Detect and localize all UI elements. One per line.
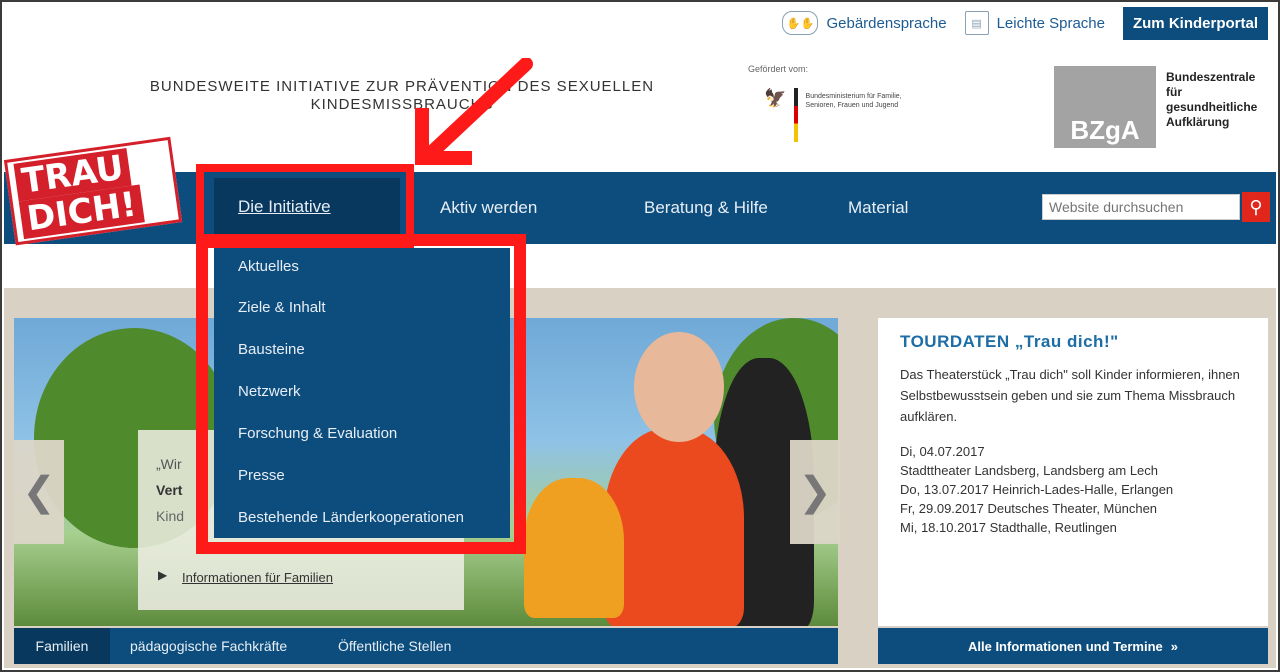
eagle-icon: 🦅 [764, 88, 787, 108]
german-flag-icon [794, 88, 798, 142]
tab-paedagogische-fachkraefte[interactable]: pädagogische Fachkräfte [130, 638, 287, 654]
tour-dates-title: TOURDATEN „Trau dich!" [900, 332, 1119, 351]
red-arrow-icon [415, 58, 533, 165]
search-input[interactable] [1042, 194, 1240, 220]
easy-language-link[interactable]: ▤ Leichte Sprache [964, 11, 1105, 35]
tour-dates-intro: Das Theaterstück „Trau dich" soll Kinder… [900, 367, 1240, 424]
utility-bar: ✋✋ Gebärdensprache ▤ Leichte Sprache Zum… [782, 6, 1268, 40]
bzga-name-line: gesundheitliche [1166, 100, 1258, 114]
ministry-logo[interactable]: 🦅 Bundesministerium für Familie, Seniore… [764, 88, 924, 146]
teaser-line-3: Kind [156, 508, 185, 524]
tour-date-entry: Di, 04.07.2017 [900, 444, 985, 459]
tour-date-entry: Fr, 29.09.2017 Deutsches Theater, Münche… [900, 501, 1158, 516]
chevron-right-icon: ❯ [798, 470, 832, 514]
sign-language-link[interactable]: ✋✋ Gebärdensprache [782, 11, 947, 35]
tour-date-entry: Do, 13.07.2017 Heinrich-Lades-Halle, Erl… [900, 482, 1174, 497]
nav-item-aktiv-werden[interactable]: Aktiv werden [440, 198, 537, 218]
logo-box: TRAU DICH! [3, 136, 183, 246]
book-icon: ▤ [964, 11, 989, 35]
search-icon: ⚲ [1249, 196, 1263, 217]
tab-oeffentliche-stellen[interactable]: Öffentliche Stellen [338, 638, 451, 654]
bzga-name-line: Aufklärung [1166, 115, 1230, 129]
tab-familien[interactable]: Familien [14, 628, 110, 664]
chevron-left-icon: ❮ [22, 470, 56, 514]
teaser-line-2: Vert [156, 482, 183, 498]
tour-dates-list: Di, 04.07.2017 Stadttheater Landsberg, L… [900, 442, 1173, 537]
woman-face [634, 332, 724, 442]
easy-language-label: Leichte Sprache [996, 14, 1105, 32]
tour-dates-panel: TOURDATEN „Trau dich!" Das Theaterstück … [878, 318, 1268, 626]
baby [524, 478, 624, 618]
bzga-logo[interactable]: BZgA [1054, 66, 1156, 148]
person-woman [604, 428, 744, 626]
highlight-frame-dropdown [196, 234, 526, 554]
site-tagline: BUNDESWEITE INITIATIVE ZUR PRÄVENTION DE… [132, 78, 672, 114]
funded-by-label: Gefördert vom: [748, 64, 809, 74]
nav-item-material[interactable]: Material [848, 198, 908, 218]
families-info-link[interactable]: Informationen für Familien [182, 570, 333, 585]
teaser-line-1: „Wir [156, 456, 182, 472]
bzga-name-line: für [1166, 85, 1182, 99]
tour-date-entry: Stadttheater Landsberg, Landsberg am Lec… [900, 463, 1159, 478]
all-dates-button[interactable]: Alle Informationen und Termine » [878, 628, 1268, 664]
tagline-line-1: BUNDESWEITE INITIATIVE ZUR PRÄVENTION DE… [149, 78, 655, 95]
nav-item-beratung-hilfe[interactable]: Beratung & Hilfe [644, 198, 768, 218]
sign-language-icon: ✋✋ [782, 11, 819, 35]
sign-language-label: Gebärdensprache [826, 14, 947, 32]
all-dates-label: Alle Informationen und Termine [967, 638, 1163, 654]
search-button[interactable]: ⚲ [1242, 192, 1270, 222]
slider-prev-button[interactable]: ❮ [14, 440, 64, 544]
bzga-name-line: Bundeszentrale [1166, 70, 1256, 84]
tour-date-entry: Mi, 18.10.2017 Stadthalle, Reutlingen [900, 520, 1117, 535]
double-chevron-icon: » [1170, 638, 1178, 654]
bzga-logo-text: BZgA [1070, 115, 1140, 145]
chevron-right-icon: ▶ [158, 568, 168, 582]
ministry-name: Bundesministerium für Familie, Senioren,… [805, 93, 902, 109]
tagline-line-2: KINDESMISSBRAUCHS [310, 96, 494, 113]
audience-tabs: Familien pädagogische Fachkräfte Öffentl… [14, 628, 838, 664]
bzga-name: Bundeszentrale für gesundheitliche Aufkl… [1166, 70, 1257, 130]
kids-portal-button[interactable]: Zum Kinderportal [1122, 6, 1268, 40]
slider-next-button[interactable]: ❯ [790, 440, 840, 544]
page-frame: ✋✋ Gebärdensprache ▤ Leichte Sprache Zum… [0, 0, 1280, 672]
